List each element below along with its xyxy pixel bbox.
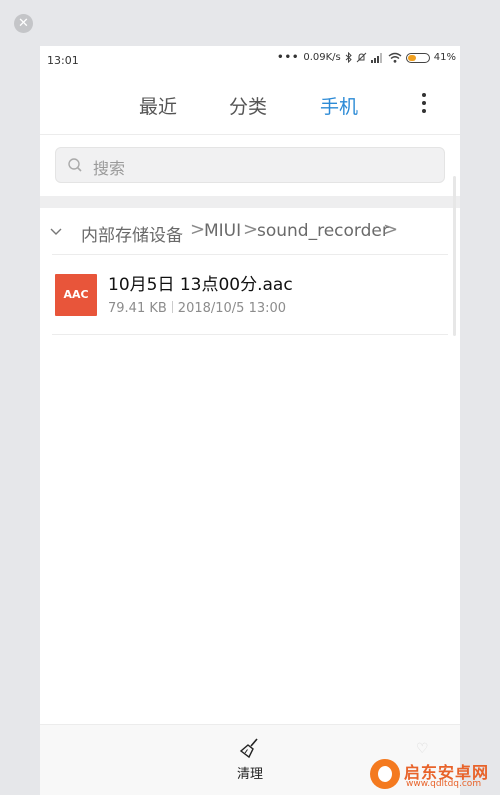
- phone-screen: 13:01 ••• 0.09K/s 41% 最近 分类 手机 搜索 内部存储设备…: [40, 46, 460, 795]
- signal-icon: [370, 52, 382, 63]
- breadcrumb-separator: >: [383, 219, 399, 240]
- file-meta: 79.41 KB 2018/10/5 13:00: [108, 301, 286, 316]
- file-name: 10月5日 13点00分.aac: [108, 275, 293, 295]
- divider: [52, 254, 448, 255]
- breadcrumb-separator: >: [243, 219, 259, 240]
- aac-file-icon: AAC: [55, 274, 97, 316]
- broom-icon: [239, 738, 258, 759]
- clean-label: 清理: [236, 767, 263, 782]
- breadcrumb: 内部存储设备 > MIUI > sound_recorder >: [40, 216, 460, 256]
- breadcrumb-item-sound-recorder[interactable]: sound_recorder: [257, 221, 389, 241]
- tab-recent[interactable]: 最近: [139, 92, 177, 119]
- close-window-button[interactable]: ✕: [14, 14, 33, 33]
- clean-button[interactable]: 清理: [220, 737, 280, 787]
- status-time: 13:01: [47, 54, 79, 67]
- battery-fill: [407, 54, 416, 61]
- breadcrumb-item-internal-storage[interactable]: 内部存储设备: [81, 221, 183, 246]
- more-options-icon[interactable]: [420, 93, 428, 115]
- divider: [52, 334, 448, 335]
- file-list-item[interactable]: AAC 10月5日 13点00分.aac 79.41 KB 2018/10/5 1…: [40, 258, 460, 334]
- tab-category[interactable]: 分类: [229, 92, 267, 119]
- tab-phone[interactable]: 手机: [320, 92, 358, 119]
- status-icons: ••• 0.09K/s 41%: [277, 52, 456, 63]
- breadcrumb-item-miui[interactable]: MIUI: [204, 221, 241, 241]
- chevron-down-icon[interactable]: [50, 227, 62, 237]
- search-icon: [68, 158, 82, 172]
- divider: [40, 134, 460, 135]
- meta-divider: [171, 301, 173, 313]
- watermark-url: www.qdltdq.com: [406, 779, 482, 789]
- wifi-icon: [388, 52, 402, 63]
- watermark-logo: 启东安卓网 www.qdltdq.com: [370, 753, 500, 793]
- battery-icon: [405, 52, 430, 63]
- file-date: 2018/10/5 13:00: [177, 301, 287, 316]
- silent-icon: [356, 52, 367, 63]
- watermark-logo-icon: [370, 759, 400, 789]
- section-separator: [40, 196, 460, 208]
- search-placeholder: 搜索: [93, 159, 126, 178]
- status-bar: 13:01 ••• 0.09K/s 41%: [40, 46, 460, 76]
- breadcrumb-separator: >: [190, 219, 206, 240]
- battery-percent: 41%: [433, 52, 456, 63]
- scrollbar[interactable]: [453, 176, 456, 336]
- tab-bar: 最近 分类 手机: [40, 84, 460, 126]
- notification-dots-icon: •••: [277, 52, 300, 63]
- search-input[interactable]: 搜索: [55, 147, 445, 183]
- file-size: 79.41 KB: [108, 301, 167, 316]
- bluetooth-icon: [345, 52, 352, 63]
- network-speed: 0.09K/s: [303, 52, 341, 63]
